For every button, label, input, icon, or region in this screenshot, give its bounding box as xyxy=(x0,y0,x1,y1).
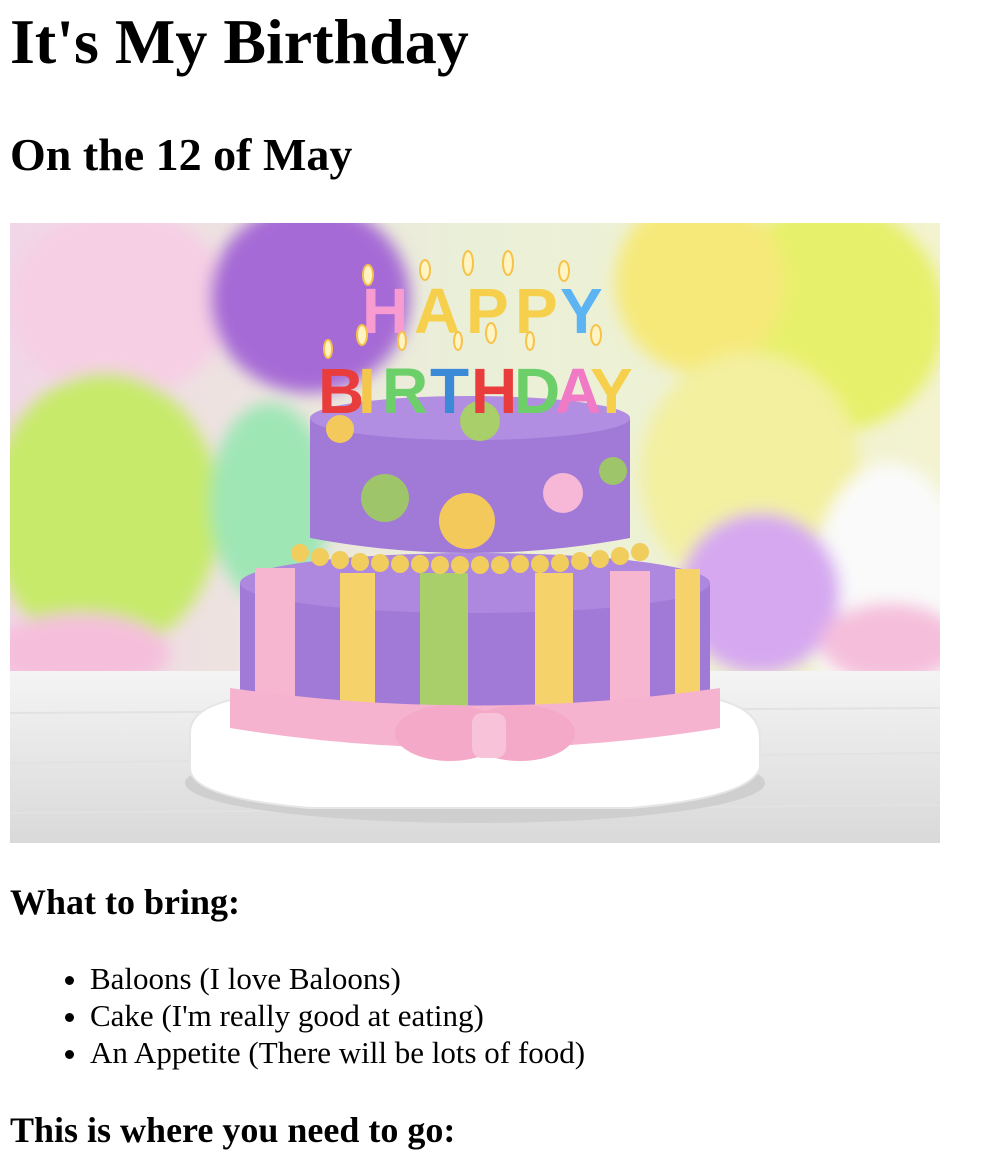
bring-heading: What to bring: xyxy=(10,882,241,922)
list-item: Cake (I'm really good at eating) xyxy=(90,997,585,1034)
svg-text:P: P xyxy=(515,275,558,347)
list-item: Baloons (I love Baloons) xyxy=(90,960,585,997)
birthday-cake-image: H A P P Y B I R T H D A Y xyxy=(10,223,940,843)
bring-list: Baloons (I love Baloons) Cake (I'm reall… xyxy=(10,960,585,1071)
directions-heading: This is where you need to go: xyxy=(10,1110,456,1150)
svg-text:D: D xyxy=(514,355,560,427)
date-heading: On the 12 of May xyxy=(10,129,353,180)
svg-text:A: A xyxy=(414,275,460,347)
svg-text:R: R xyxy=(382,355,428,427)
page-title: It's My Birthday xyxy=(10,6,469,77)
svg-text:I: I xyxy=(358,355,376,427)
svg-text:Y: Y xyxy=(590,355,633,427)
list-item: An Appetite (There will be lots of food) xyxy=(90,1034,585,1071)
svg-text:H: H xyxy=(471,355,517,427)
svg-text:T: T xyxy=(430,355,469,427)
